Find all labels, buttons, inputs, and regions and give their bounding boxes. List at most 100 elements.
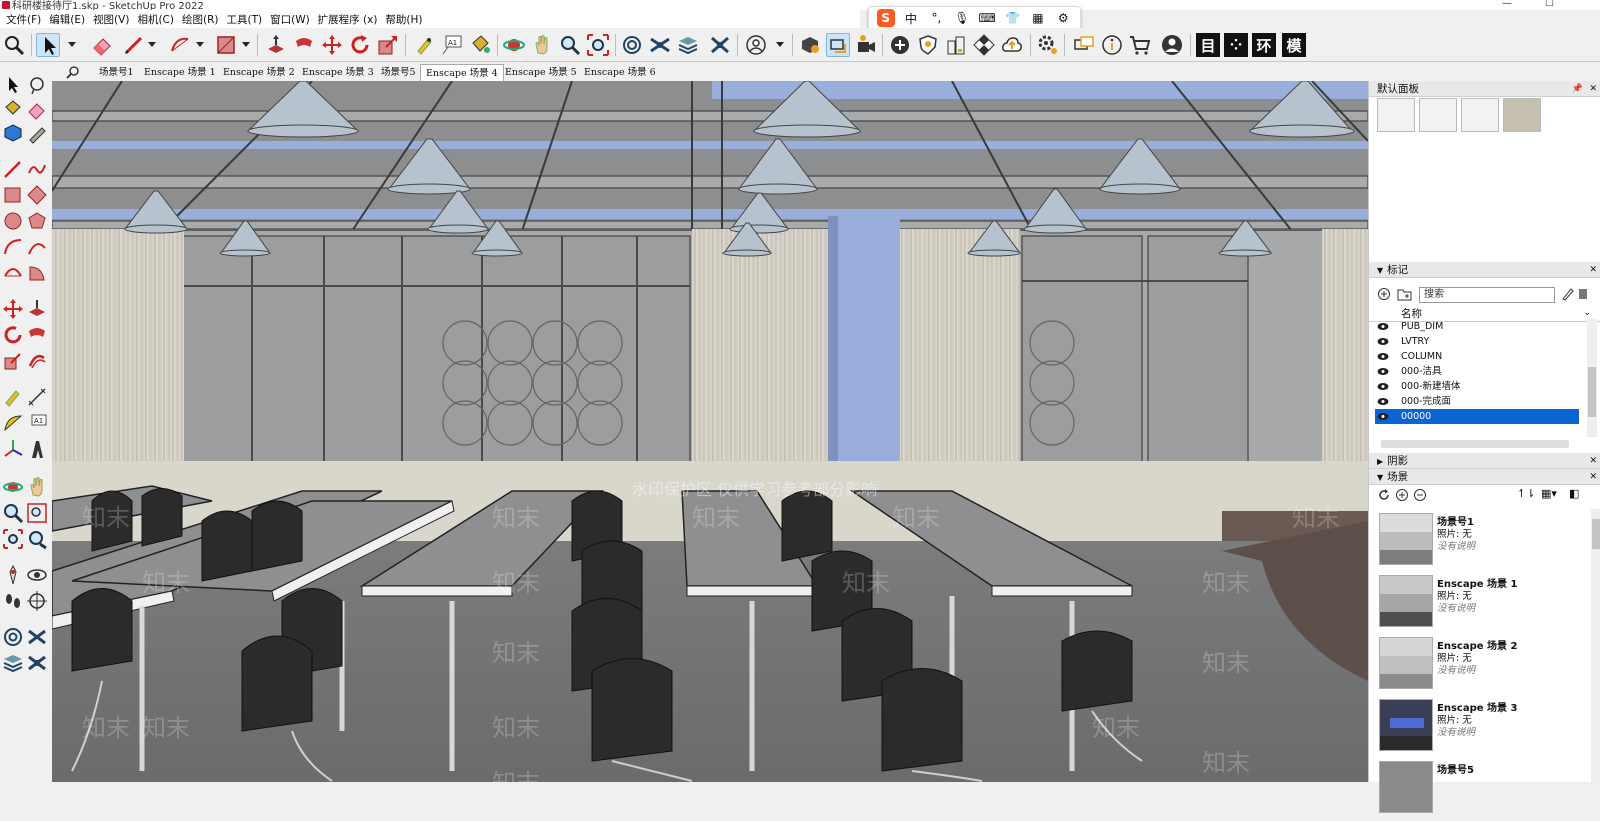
scene-thumbnail[interactable] <box>1379 637 1433 689</box>
expand-triangle-icon[interactable]: ▶ <box>1377 454 1383 470</box>
arc-tool-icon[interactable] <box>2 236 24 258</box>
style-thumbnail[interactable] <box>1377 98 1415 132</box>
sample-paint-icon[interactable] <box>26 122 48 144</box>
extension-manager-tool-icon[interactable] <box>26 652 48 674</box>
checker-icon[interactable] <box>972 33 996 57</box>
color-by-tag-icon[interactable] <box>1577 287 1589 301</box>
extension-manager-icon[interactable] <box>708 33 732 57</box>
tags-panel-header[interactable]: ▼ 标记 ✕ <box>1369 262 1600 278</box>
eye-icon[interactable] <box>1377 322 1389 331</box>
scene-thumbnail[interactable] <box>1379 699 1433 751</box>
scene-item[interactable]: Enscape 场景 2 照片: 无 没有说明 <box>1379 637 1589 697</box>
text-label-icon[interactable]: A1 <box>26 412 48 434</box>
plugin-button-4[interactable]: 模 <box>1282 33 1306 57</box>
protractor-icon[interactable] <box>2 412 24 434</box>
look-around-icon[interactable] <box>26 564 48 586</box>
text-tool-icon[interactable]: A1 <box>440 33 464 57</box>
menu-view[interactable]: 视图(V) <box>91 12 135 27</box>
scene-item[interactable]: 场景号1 照片: 无 没有说明 <box>1379 513 1589 573</box>
line-tool-icon[interactable] <box>2 158 24 180</box>
menu-file[interactable]: 文件(F) <box>4 12 47 27</box>
info-icon[interactable] <box>1100 33 1124 57</box>
extension-warehouse-icon[interactable] <box>648 33 672 57</box>
tab-enscape-4[interactable]: Enscape 场景 4 <box>420 64 504 81</box>
zoom-window-icon[interactable] <box>26 502 48 524</box>
paint-bucket-icon[interactable] <box>468 33 492 57</box>
warehouse-tool-icon[interactable] <box>2 626 24 648</box>
menu-tools[interactable]: 工具(T) <box>224 12 268 27</box>
tab-enscape-5[interactable]: Enscape 场景 5 <box>500 64 582 81</box>
orbit-tool-icon[interactable] <box>2 476 24 498</box>
rotate-tool-icon[interactable] <box>2 324 24 346</box>
offset-tool-icon[interactable] <box>26 350 48 372</box>
tape-tool-icon[interactable] <box>2 386 24 408</box>
circle-tool-icon[interactable] <box>2 210 24 232</box>
shape-dropdown-icon[interactable] <box>242 42 250 47</box>
sogou-logo-icon[interactable]: S <box>876 9 895 27</box>
scene-item[interactable]: 场景号5 <box>1379 761 1589 821</box>
tab-scene-1[interactable]: 场景号1 <box>94 64 139 81</box>
zoom-tool-icon[interactable] <box>558 33 582 57</box>
erase-tool-icon[interactable] <box>26 98 48 120</box>
eye-icon[interactable] <box>1377 337 1389 346</box>
keyboard-icon[interactable]: ⌨ <box>978 9 996 27</box>
refresh-icon[interactable] <box>1377 488 1391 502</box>
close-icon[interactable]: ✕ <box>1589 262 1597 278</box>
style-thumbnail[interactable] <box>1503 98 1541 132</box>
shadows-panel-header[interactable]: ▶ 阴影 ✕ <box>1369 453 1600 469</box>
zoom-lens-icon[interactable] <box>2 502 24 524</box>
minimize-button[interactable]: — <box>1502 0 1512 9</box>
view-options-icon[interactable]: ▦▾ <box>1541 487 1557 500</box>
tag-row[interactable]: PUB_DIM <box>1375 319 1579 334</box>
settings-gear-icon[interactable] <box>1036 33 1060 57</box>
feedback-icon[interactable] <box>1072 33 1096 57</box>
account-dropdown-icon[interactable] <box>776 42 784 47</box>
tags-search-input[interactable]: 搜索 <box>1419 287 1555 303</box>
axes-icon[interactable] <box>2 438 24 460</box>
enscape-video-icon[interactable] <box>854 33 878 57</box>
walk-icon[interactable] <box>2 590 24 612</box>
component-icon[interactable] <box>2 122 24 144</box>
zoom-extents-tool-icon[interactable] <box>2 528 24 550</box>
menu-draw[interactable]: 绘图(R) <box>180 12 225 27</box>
scene-item[interactable]: Enscape 场景 1 照片: 无 没有说明 <box>1379 575 1589 635</box>
user-account-icon[interactable] <box>744 33 768 57</box>
three-point-arc-icon[interactable] <box>2 262 24 284</box>
details-icon[interactable]: ◧ <box>1569 487 1579 500</box>
menu-camera[interactable]: 相机(C) <box>135 12 180 27</box>
move-icon[interactable] <box>320 33 344 57</box>
zoom-icon[interactable] <box>2 33 26 57</box>
close-icon[interactable]: ✕ <box>1589 81 1597 97</box>
collapse-triangle-icon[interactable]: ▼ <box>1377 263 1383 279</box>
push-pull-tool-icon[interactable] <box>26 298 48 320</box>
skin-icon[interactable]: 👕 <box>1004 9 1022 27</box>
tab-enscape-6[interactable]: Enscape 场景 6 <box>579 64 661 81</box>
model-viewport[interactable]: 水印保护区 仅供学习参考部分影响 知末 知末 知末 知末 知末 知末 知末 知末… <box>52 81 1368 782</box>
style-thumbnail[interactable] <box>1461 98 1499 132</box>
previous-view-icon[interactable] <box>26 528 48 550</box>
dimension-icon[interactable] <box>26 386 48 408</box>
building-icon[interactable] <box>944 33 968 57</box>
search-icon[interactable] <box>66 65 80 79</box>
tag-row[interactable]: LVTRY <box>1375 334 1579 349</box>
paint-tag-icon[interactable] <box>1561 287 1575 301</box>
add-scene-icon[interactable] <box>1395 488 1409 502</box>
add-tag-icon[interactable] <box>1377 287 1391 301</box>
menu-edit[interactable]: 编辑(E) <box>47 12 91 27</box>
tape-measure-icon[interactable] <box>412 33 436 57</box>
close-icon[interactable]: ✕ <box>1589 469 1597 485</box>
zoom-extents-icon[interactable] <box>586 33 610 57</box>
select-dropdown-icon[interactable] <box>68 42 76 47</box>
move-up-icon[interactable]: ↿⇂ <box>1517 487 1535 500</box>
layers-stack-icon[interactable] <box>676 33 700 57</box>
plugin-button-3[interactable]: 环 <box>1252 33 1276 57</box>
eye-icon[interactable] <box>1377 397 1389 406</box>
grid-icon[interactable]: ▦ <box>1029 9 1047 27</box>
cloud-upload-icon[interactable] <box>1000 33 1024 57</box>
two-point-arc-icon[interactable] <box>26 236 48 258</box>
3d-text-icon[interactable] <box>26 438 48 460</box>
select-tool-icon[interactable] <box>36 33 60 57</box>
scene-thumbnail[interactable] <box>1379 575 1433 627</box>
scenes-panel-header[interactable]: ▼ 场景 ✕ <box>1369 469 1600 485</box>
arc-dropdown-icon[interactable] <box>196 42 204 47</box>
